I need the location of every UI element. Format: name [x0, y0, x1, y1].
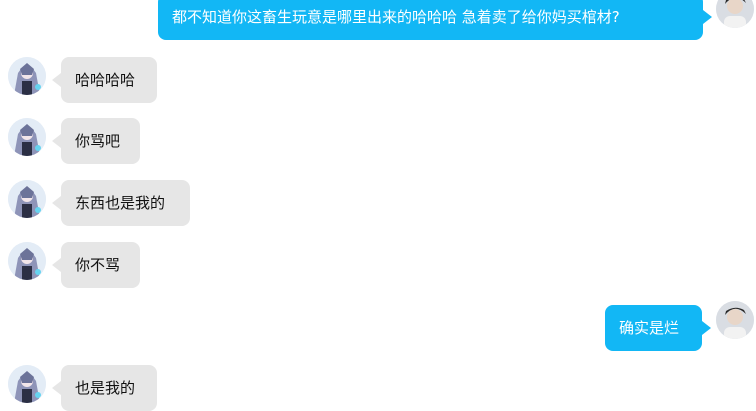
message-row: 东西也是我的	[0, 180, 756, 226]
message-bubble-incoming[interactable]: 也是我的	[61, 365, 157, 411]
avatar-incoming[interactable]	[8, 57, 46, 95]
avatar-outgoing[interactable]	[716, 301, 754, 339]
anime-character-avatar-icon	[8, 242, 46, 280]
avatar-incoming[interactable]	[8, 118, 46, 156]
avatar-outgoing[interactable]	[716, 0, 754, 28]
message-text: 东西也是我的	[75, 194, 166, 212]
anime-character-avatar-icon	[8, 118, 46, 156]
person-photo-avatar-icon	[716, 0, 754, 28]
message-text: 你骂吧	[75, 132, 121, 150]
bubble-tail	[703, 10, 712, 24]
message-bubble-incoming[interactable]: 你骂吧	[61, 118, 140, 164]
avatar-incoming[interactable]	[8, 242, 46, 280]
bubble-tail	[52, 196, 61, 210]
message-bubble-outgoing[interactable]: 都不知道你这畜生玩意是哪里出来的哈哈哈 急着卖了给你妈买棺材?	[158, 0, 703, 40]
message-bubble-outgoing[interactable]: 确实是烂	[605, 305, 702, 351]
bubble-tail	[702, 321, 711, 335]
message-bubble-incoming[interactable]: 东西也是我的	[61, 180, 190, 226]
message-row: 哈哈哈哈	[0, 57, 756, 103]
message-row: 你不骂	[0, 242, 756, 288]
message-text: 也是我的	[75, 379, 136, 397]
anime-character-avatar-icon	[8, 180, 46, 218]
message-row: 也是我的	[0, 365, 756, 411]
message-bubble-incoming[interactable]: 你不骂	[61, 242, 140, 288]
message-row: 确实是烂	[0, 301, 756, 351]
message-text: 你不骂	[75, 256, 121, 274]
bubble-tail	[52, 134, 61, 148]
anime-character-avatar-icon	[8, 57, 46, 95]
message-bubble-incoming[interactable]: 哈哈哈哈	[61, 57, 157, 103]
message-text: 都不知道你这畜生玩意是哪里出来的哈哈哈 急着卖了给你妈买棺材?	[172, 8, 620, 26]
bubble-tail	[52, 381, 61, 395]
message-row: 你骂吧	[0, 118, 756, 164]
avatar-incoming[interactable]	[8, 365, 46, 403]
anime-character-avatar-icon	[8, 365, 46, 403]
message-text: 哈哈哈哈	[75, 71, 136, 89]
message-row: 都不知道你这畜生玩意是哪里出来的哈哈哈 急着卖了给你妈买棺材?	[0, 0, 756, 46]
bubble-tail	[52, 73, 61, 87]
bubble-tail	[52, 258, 61, 272]
message-text: 确实是烂	[619, 319, 680, 337]
person-photo-avatar-icon	[716, 301, 754, 339]
avatar-incoming[interactable]	[8, 180, 46, 218]
